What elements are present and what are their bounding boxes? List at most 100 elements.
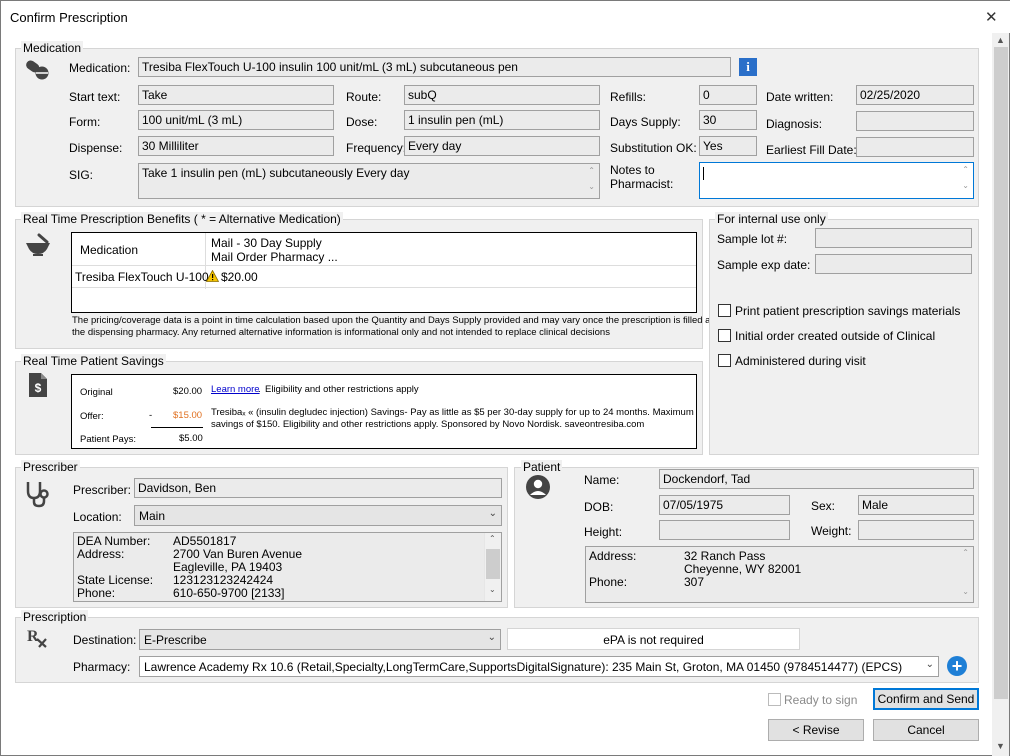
savings-box: Original $20.00 Offer: - $15.00 Patient … (71, 374, 697, 449)
destination-label: Destination: (73, 633, 137, 647)
rtpb-row-medication[interactable]: Tresiba FlexTouch U-100... (75, 270, 219, 284)
patient-scroll-down-icon[interactable]: ⌄ (962, 587, 969, 596)
learn-more-link[interactable]: Learn more (211, 384, 260, 395)
mortar-pestle-icon (25, 233, 51, 260)
close-icon[interactable]: ✕ (985, 8, 998, 26)
location-dropdown[interactable]: Main ⌄ (134, 505, 502, 526)
details-scroll-up-icon[interactable]: ⌃ (489, 534, 496, 543)
rtpb-row-price: $20.00 (221, 270, 258, 284)
dollar-document-icon: $ (28, 372, 48, 401)
main-scrollbar[interactable]: ▲ ▼ (992, 33, 1009, 756)
form-label: Form: (69, 115, 101, 129)
details-scroll-down-icon[interactable]: ⌄ (489, 585, 496, 594)
chevron-down-icon[interactable]: ⌄ (489, 508, 497, 519)
sig-scroll-down-icon[interactable]: ⌄ (588, 182, 595, 191)
start-text-field[interactable]: Take (138, 85, 334, 105)
weight-field[interactable] (858, 520, 974, 540)
ready-to-sign-label: Ready to sign (784, 693, 858, 707)
substitution-label: Substitution OK: (610, 141, 697, 155)
height-label: Height: (584, 525, 623, 539)
notes-scroll-up-icon[interactable]: ⌃ (962, 165, 969, 174)
print-savings-label[interactable]: Print patient prescription savings mater… (735, 304, 960, 318)
address-line2: Eagleville, PA 19403 (173, 560, 283, 574)
dea-value: AD5501817 (173, 534, 237, 548)
prescriber-details-box: DEA Number: AD5501817 Address: 2700 Van Bu… (73, 532, 502, 602)
scroll-down-icon[interactable]: ▼ (996, 741, 1005, 751)
rtpb-col-mail-line1: Mail - 30 Day Supply (211, 236, 322, 250)
confirm-and-send-button[interactable]: Confirm and Send (873, 688, 979, 710)
revise-button[interactable]: < Revise (768, 719, 864, 741)
rtpb-col-medication: Medication (80, 243, 139, 257)
chevron-down-icon[interactable]: ⌄ (926, 659, 934, 670)
patient-address-label: Address: (589, 549, 637, 563)
scroll-up-icon[interactable]: ▲ (996, 35, 1005, 45)
pharmacy-dropdown[interactable]: Lawrence Academy Rx 10.6 (Retail,Special… (139, 656, 939, 677)
earliest-fill-label: Earliest Fill Date: (766, 143, 857, 157)
patient-address-line2: Cheyenne, WY 82001 (684, 562, 802, 576)
diagnosis-field[interactable] (856, 111, 974, 131)
prescriber-details-scrollbar[interactable]: ⌃ ⌄ (484, 533, 501, 601)
pill-icon (25, 59, 51, 84)
cancel-button[interactable]: Cancel (873, 719, 979, 741)
sig-text: Take 1 insulin pen (mL) subcutaneously E… (142, 166, 410, 180)
add-pharmacy-icon[interactable]: + (947, 656, 967, 676)
dispense-label: Dispense: (69, 141, 123, 155)
initial-order-checkbox[interactable] (718, 329, 731, 342)
frequency-field[interactable]: Every day (404, 136, 600, 156)
rtpb-disclaimer-line1: The pricing/coverage data is a point in … (72, 315, 714, 326)
medication-group-label: Medication (21, 41, 84, 55)
medication-field[interactable]: Tresiba FlexTouch U-100 insulin 100 unit… (138, 57, 731, 77)
form-field[interactable]: 100 unit/mL (3 mL) (138, 110, 334, 130)
phone-value: 610-650-9700 [2133] (173, 586, 285, 600)
prescription-group-label: Prescription (21, 610, 89, 624)
patient-name-field[interactable]: Dockendorf, Tad (659, 469, 974, 489)
window-title: Confirm Prescription (10, 10, 128, 25)
refills-label: Refills: (610, 90, 647, 104)
notes-label-line2: Pharmacist: (610, 177, 674, 191)
dob-field[interactable]: 07/05/1975 (659, 495, 790, 515)
confirm-prescription-window: Confirm Prescription ✕ ▲ ▼ Medication Me… (0, 0, 1010, 756)
sig-scroll-up-icon[interactable]: ⌃ (588, 166, 595, 175)
eligibility-note: Eligibility and other restrictions apply (265, 384, 419, 395)
rtpb-group-label: Real Time Prescription Benefits ( * = Al… (21, 212, 343, 226)
sample-lot-field[interactable] (815, 228, 972, 248)
initial-order-label[interactable]: Initial order created outside of Clinica… (735, 329, 935, 343)
sig-label: SIG: (69, 168, 94, 182)
dispense-field[interactable]: 30 Milliliter (138, 136, 334, 156)
scroll-thumb[interactable] (994, 47, 1008, 699)
route-field[interactable]: subQ (404, 85, 600, 105)
refills-field[interactable]: 0 (699, 85, 757, 105)
info-icon[interactable]: i (739, 58, 757, 76)
sample-exp-field[interactable] (815, 254, 972, 274)
chevron-down-icon[interactable]: ⌄ (488, 632, 496, 643)
earliest-fill-field[interactable] (856, 137, 974, 157)
administered-checkbox[interactable] (718, 354, 731, 367)
medication-label: Medication: (69, 61, 131, 75)
rtpb-table: Medication Mail - 30 Day Supply Mail Ord… (71, 232, 697, 313)
sex-field[interactable]: Male (858, 495, 974, 515)
offer-divider (151, 427, 203, 428)
notes-scroll-down-icon[interactable]: ⌄ (962, 181, 969, 190)
administered-label[interactable]: Administered during visit (735, 354, 866, 368)
prescriber-field[interactable]: Davidson, Ben (134, 478, 502, 498)
stethoscope-icon (24, 480, 50, 511)
svg-text:R: R (27, 628, 39, 645)
dose-field[interactable]: 1 insulin pen (mL) (404, 110, 600, 130)
substitution-field[interactable]: Yes (699, 136, 757, 156)
pharmacy-value: Lawrence Academy Rx 10.6 (Retail,Special… (144, 660, 903, 674)
height-field[interactable] (659, 520, 790, 540)
patient-name-label: Name: (584, 473, 620, 487)
sig-field[interactable]: Take 1 insulin pen (mL) subcutaneously E… (138, 163, 600, 199)
diagnosis-label: Diagnosis: (766, 117, 823, 131)
epa-status-text: ePA is not required (603, 633, 704, 647)
route-label: Route: (346, 90, 382, 104)
patient-scroll-up-icon[interactable]: ⌃ (962, 548, 969, 557)
destination-dropdown[interactable]: E-Prescribe ⌄ (139, 629, 501, 650)
days-supply-field[interactable]: 30 (699, 110, 757, 130)
notes-to-pharmacist-field[interactable]: ⌃ ⌄ (699, 162, 974, 199)
learn-more-dot: . (258, 384, 261, 395)
address-line1: 2700 Van Buren Avenue (173, 547, 302, 561)
print-savings-checkbox[interactable] (718, 304, 731, 317)
ready-to-sign-checkbox[interactable] (768, 693, 781, 706)
date-written-field[interactable]: 02/25/2020 (856, 85, 974, 105)
